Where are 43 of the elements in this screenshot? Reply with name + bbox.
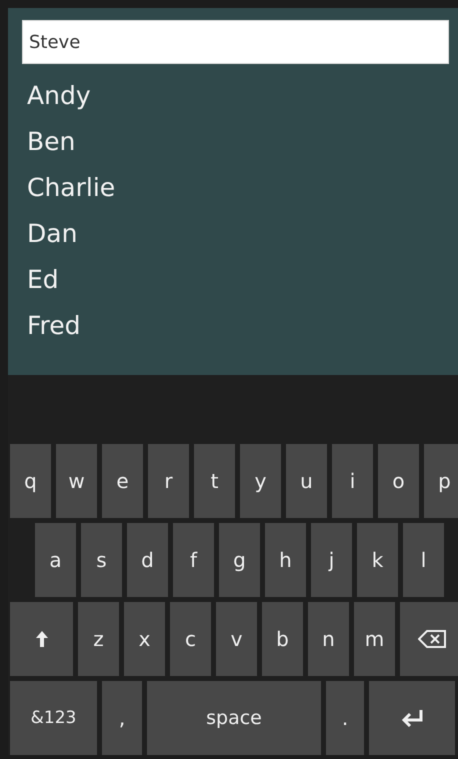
backspace-icon	[418, 630, 446, 648]
enter-key[interactable]	[369, 681, 455, 755]
key[interactable]: x	[124, 602, 165, 676]
space-key[interactable]: space	[147, 681, 321, 755]
name-item[interactable]: Fred	[27, 308, 81, 343]
key[interactable]: q	[10, 444, 51, 518]
key[interactable]: .	[326, 681, 364, 755]
symbols-key[interactable]: &123	[10, 681, 97, 755]
key[interactable]: o	[378, 444, 419, 518]
key[interactable]: j	[311, 523, 352, 597]
key[interactable]: ,	[102, 681, 142, 755]
key[interactable]: k	[357, 523, 398, 597]
key[interactable]: g	[219, 523, 260, 597]
key[interactable]: i	[332, 444, 373, 518]
key[interactable]: s	[81, 523, 122, 597]
key[interactable]: d	[127, 523, 168, 597]
key[interactable]: p	[424, 444, 458, 518]
key[interactable]: n	[308, 602, 349, 676]
enter-arrow-icon	[401, 709, 423, 727]
key[interactable]: f	[173, 523, 214, 597]
key[interactable]: e	[102, 444, 143, 518]
key[interactable]: r	[148, 444, 189, 518]
key[interactable]: a	[35, 523, 76, 597]
key[interactable]: h	[265, 523, 306, 597]
name-item[interactable]: Ben	[27, 124, 76, 159]
key[interactable]: t	[194, 444, 235, 518]
backspace-key[interactable]	[400, 602, 458, 676]
name-item[interactable]: Charlie	[27, 170, 116, 205]
key[interactable]: b	[262, 602, 303, 676]
shift-arrow-icon	[34, 630, 48, 648]
key[interactable]: w	[56, 444, 97, 518]
key[interactable]: z	[78, 602, 119, 676]
search-field[interactable]: Steve	[22, 20, 449, 64]
key[interactable]: v	[216, 602, 257, 676]
key[interactable]: u	[286, 444, 327, 518]
name-item[interactable]: Dan	[27, 216, 78, 251]
key[interactable]: y	[240, 444, 281, 518]
key[interactable]: l	[403, 523, 444, 597]
key[interactable]: m	[354, 602, 395, 676]
name-item[interactable]: Ed	[27, 262, 59, 297]
name-item[interactable]: Andy	[27, 78, 91, 113]
key[interactable]: c	[170, 602, 211, 676]
shift-key[interactable]	[10, 602, 73, 676]
